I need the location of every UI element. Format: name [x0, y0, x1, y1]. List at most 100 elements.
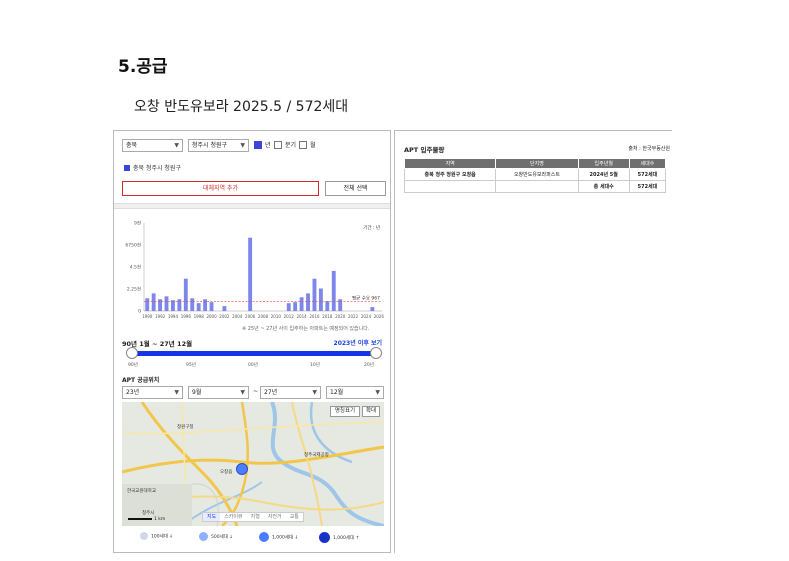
chart-bar[interactable]	[151, 293, 156, 311]
range-separator: ~	[253, 388, 259, 395]
chart-bar[interactable]	[312, 278, 317, 311]
chart-bar[interactable]	[248, 237, 253, 311]
chart-bar[interactable]	[145, 298, 150, 311]
checkbox-month-label: 월	[310, 142, 316, 149]
column-header[interactable]: 단지명	[495, 158, 579, 169]
from-year-select[interactable]: 23년 ▼	[122, 386, 183, 399]
table-cell: 2024년 5월	[577, 168, 630, 181]
range-tick-label: 20년	[364, 363, 374, 368]
table-row: 충북 청주 청원구 오창읍 오창반도유보라퍼스트 2024년 5월 572세대	[403, 168, 667, 181]
zoom-button[interactable]: 확대	[362, 406, 380, 417]
y-tick-label: 4.5천	[130, 264, 141, 271]
checkbox-quarter-label: 분기	[285, 142, 297, 149]
province-select[interactable]: 충북 ▼	[122, 139, 183, 152]
legend-item: 100세대 ↓	[140, 532, 173, 540]
map-tab-terrain[interactable]: 지형	[247, 513, 264, 521]
chevron-down-icon: ▼	[174, 389, 179, 396]
apt-marker[interactable]	[236, 463, 248, 475]
data-source: 출처 : 한국부동산원	[628, 146, 670, 152]
chart-bar[interactable]	[299, 297, 304, 311]
map-tab-bicycle[interactable]: 자전거	[264, 513, 286, 521]
legend-item: 1,000세대 ↓	[259, 532, 298, 542]
x-tick-label: 2008	[258, 314, 269, 319]
chart-bar[interactable]	[306, 293, 310, 311]
range-tick-label: 95년	[186, 363, 196, 368]
table-cell	[403, 180, 497, 193]
circle-icon	[319, 532, 330, 543]
average-label: 평균 수요 967	[352, 295, 380, 302]
circle-icon	[199, 532, 208, 541]
checkbox-year-label: 년	[265, 142, 271, 149]
chart-bar[interactable]	[158, 299, 163, 311]
x-tick-label: 1992	[155, 314, 166, 319]
chart-bar[interactable]	[318, 288, 323, 311]
panel-divider	[114, 203, 390, 209]
range-slider-start-handle[interactable]	[126, 347, 138, 359]
map-legend: 100세대 ↓ 500세대 ↓ 1,000세대 ↓ 1,000세대 ↑	[114, 530, 390, 546]
chart-bar[interactable]	[196, 303, 201, 311]
y-tick-label: 2.25천	[127, 286, 141, 293]
checkbox-year[interactable]	[254, 141, 262, 149]
x-tick-label: 2020	[335, 314, 346, 319]
to-month-select[interactable]: 12월 ▼	[326, 386, 384, 399]
map-place-label: 청주국제공항	[304, 453, 329, 458]
after-2023-link[interactable]: 2023년 이후 보기	[334, 338, 382, 347]
chart-bar[interactable]	[177, 299, 182, 311]
y-tick-label: 0	[138, 309, 141, 315]
x-tick-label: 1998	[194, 314, 205, 319]
x-tick-label: 2016	[309, 314, 320, 319]
chart-bar[interactable]	[293, 302, 298, 311]
range-slider-track[interactable]	[132, 351, 376, 356]
column-header[interactable]: 입주년월	[577, 158, 630, 169]
chart-bar[interactable]	[183, 278, 188, 311]
to-month-value: 12월	[330, 389, 344, 396]
label-toggle-button[interactable]: 명칭표기	[330, 406, 360, 417]
select-all-button[interactable]: 전체 선택	[325, 181, 386, 196]
add-region-button[interactable]: 대체지역 추가	[122, 181, 319, 196]
chart-bar[interactable]	[209, 302, 214, 311]
to-year-select[interactable]: 27년 ▼	[260, 386, 321, 399]
chart-bar[interactable]	[370, 307, 375, 311]
x-tick-label: 2026	[374, 314, 385, 319]
map-tab-traffic[interactable]: 교통	[286, 513, 303, 521]
chart-bar[interactable]	[164, 296, 169, 311]
to-year-value: 27년	[264, 389, 278, 396]
column-header[interactable]: 지역	[403, 158, 497, 169]
table-cell: 충북 청주 청원구 오창읍	[403, 168, 497, 181]
chart-bar[interactable]	[331, 270, 336, 311]
table-cell: 오창반도유보라퍼스트	[495, 168, 579, 181]
map-tab-map[interactable]: 지도	[203, 513, 221, 521]
chart-bar[interactable]	[171, 300, 175, 311]
legend-item: 1,000세대 ↑	[319, 532, 359, 543]
map-tab-skyview[interactable]: 스카이뷰	[220, 513, 246, 521]
x-tick-label: 2022	[348, 314, 359, 319]
table-cell: 총 세대수	[577, 180, 630, 193]
chart-bar[interactable]	[203, 299, 208, 311]
chart-bar[interactable]	[190, 298, 195, 311]
supply-location-label: APT 공급위치	[122, 377, 160, 384]
x-tick-label: 1990	[142, 314, 153, 319]
checkbox-quarter[interactable]	[274, 141, 282, 149]
x-tick-label: 2004	[232, 314, 243, 319]
chart-bar[interactable]	[222, 306, 227, 311]
chart-bar[interactable]	[325, 301, 330, 311]
chart-bar[interactable]	[338, 299, 343, 311]
x-tick-label: 2000	[206, 314, 217, 319]
x-tick-label: 1994	[168, 314, 179, 319]
table-cell	[495, 180, 579, 193]
chart-bar[interactable]	[286, 303, 291, 311]
checkbox-month[interactable]	[299, 141, 307, 149]
supply-map[interactable]: 한국교원대학교 오창읍 청주국제공항 청주시 청원구청 명칭표기 확대 1 km…	[122, 402, 384, 526]
range-tick-label: 90년	[128, 363, 138, 368]
range-slider-end-handle[interactable]	[370, 347, 382, 359]
from-month-select[interactable]: 9월 ▼	[188, 386, 249, 399]
chevron-down-icon: ▼	[375, 389, 380, 396]
province-select-value: 충북	[126, 142, 138, 149]
selected-region-label: 충북 청주시 청원구	[133, 165, 181, 172]
column-header[interactable]: 세대수	[628, 158, 667, 169]
map-place-label: 한국교원대학교	[127, 489, 156, 494]
district-select-value: 청주시 청원구	[192, 142, 228, 149]
x-tick-label: 2018	[322, 314, 333, 319]
apt-move-in-table: 지역 단지명 입주년월 세대수 충북 청주 청원구 오창읍 오창반도유보라퍼스트…	[403, 158, 667, 193]
district-select[interactable]: 청주시 청원구 ▼	[188, 139, 249, 152]
